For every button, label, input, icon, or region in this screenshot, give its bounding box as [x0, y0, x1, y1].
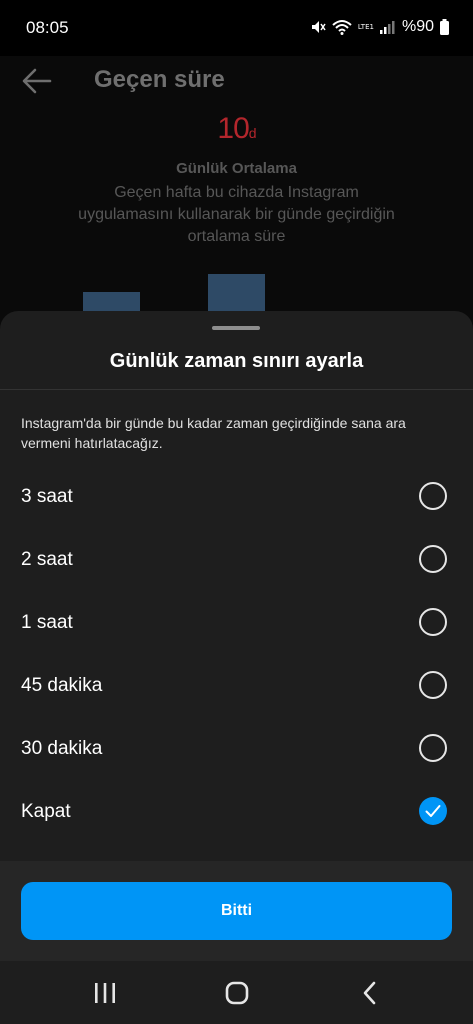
radio-unchecked-icon[interactable] — [419, 482, 447, 510]
radio-unchecked-icon[interactable] — [419, 545, 447, 573]
option-label: Kapat — [21, 801, 71, 822]
network-label: LTE1 — [357, 22, 374, 31]
option-45-dakika[interactable]: 45 dakika — [0, 655, 473, 718]
recent-apps-icon[interactable] — [91, 979, 119, 1007]
sheet-drag-handle[interactable] — [212, 326, 260, 330]
option-label: 3 saat — [21, 486, 73, 507]
option-2-saat[interactable]: 2 saat — [0, 529, 473, 592]
wifi-icon — [332, 19, 352, 35]
time-limit-options: 3 saat 2 saat 1 saat 45 dakika 30 dakika… — [0, 466, 473, 844]
option-label: 45 dakika — [21, 675, 103, 696]
status-bar: 08:05 LTE1 %90 — [0, 0, 473, 56]
option-3-saat[interactable]: 3 saat — [0, 466, 473, 529]
option-label: 2 saat — [21, 549, 73, 570]
radio-unchecked-icon[interactable] — [419, 734, 447, 762]
radio-checked-icon[interactable] — [419, 797, 447, 825]
time-limit-sheet: Günlük zaman sınırı ayarla Instagram'da … — [0, 311, 473, 961]
option-label: 30 dakika — [21, 738, 103, 759]
radio-unchecked-icon[interactable] — [419, 608, 447, 636]
sheet-title: Günlük zaman sınırı ayarla — [109, 350, 364, 372]
signal-icon — [379, 20, 396, 34]
daily-average-label: Günlük Ortalama — [176, 160, 297, 177]
status-time: 08:05 — [26, 18, 69, 37]
radio-unchecked-icon[interactable] — [419, 671, 447, 699]
back-arrow-icon[interactable] — [20, 66, 54, 96]
done-button[interactable]: Bitti — [21, 882, 452, 940]
battery-icon — [440, 19, 449, 35]
status-icons: LTE1 %90 — [310, 16, 449, 38]
option-label: 1 saat — [21, 612, 73, 633]
page-title: Geçen süre — [94, 66, 225, 93]
checkmark-icon — [425, 805, 441, 817]
daily-average-value: 10d — [217, 112, 256, 145]
divider — [0, 389, 473, 390]
battery-percent: %90 — [401, 18, 434, 35]
page-header: Geçen süre — [0, 56, 473, 106]
navigation-bar — [0, 961, 473, 1024]
option-kapat[interactable]: Kapat — [0, 781, 473, 844]
daily-average-description: Geçen hafta bu cihazda Instagram uygulam… — [78, 184, 395, 245]
home-icon[interactable] — [223, 979, 251, 1007]
option-1-saat[interactable]: 1 saat — [0, 592, 473, 655]
back-icon[interactable] — [356, 979, 384, 1007]
option-30-dakika[interactable]: 30 dakika — [0, 718, 473, 781]
sheet-description: Instagram'da bir günde bu kadar zaman ge… — [21, 415, 406, 451]
mute-icon — [310, 19, 326, 35]
